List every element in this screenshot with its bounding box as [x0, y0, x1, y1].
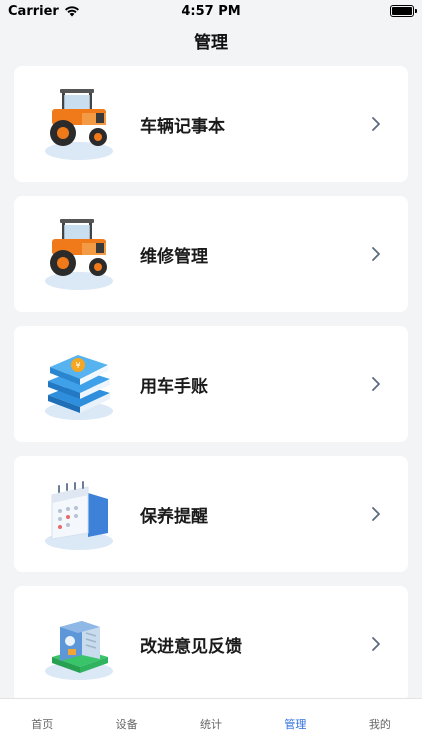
tab-statistics[interactable]: 统计 — [169, 699, 253, 750]
battery-icon — [390, 5, 417, 17]
menu-item-feedback[interactable]: 改进意见反馈 — [14, 586, 408, 702]
tractor-icon — [45, 89, 113, 160]
menu-item-label: 用车手账 — [140, 376, 208, 397]
tractor-icon — [45, 219, 113, 290]
wifi-icon — [64, 6, 79, 17]
chevron-right-icon — [372, 637, 380, 651]
tab-profile[interactable]: 我的 — [338, 699, 422, 750]
feedback-box-icon — [45, 621, 113, 680]
ledger-books-icon: ¥ — [45, 355, 113, 420]
menu-item-maintenance-reminder[interactable]: 保养提醒 — [14, 456, 408, 572]
menu-item-label: 车辆记事本 — [140, 116, 225, 137]
status-bar: Carrier 4:57 PM — [0, 0, 422, 22]
page-title: 管理 — [194, 33, 228, 53]
menu-item-repair-management[interactable]: 维修管理 — [14, 196, 408, 312]
chevron-right-icon — [372, 507, 380, 521]
menu-item-vehicle-notebook[interactable]: 车辆记事本 — [14, 66, 408, 182]
menu-item-usage-ledger[interactable]: ¥ 用车手账 — [14, 326, 408, 442]
chevron-right-icon — [372, 247, 380, 261]
menu-item-label: 改进意见反馈 — [140, 636, 242, 657]
tab-home[interactable]: 首页 — [0, 699, 84, 750]
chevron-right-icon — [372, 117, 380, 131]
status-left: Carrier — [8, 4, 80, 19]
chevron-right-icon — [372, 377, 380, 391]
tab-devices[interactable]: 设备 — [84, 699, 168, 750]
menu-item-label: 维修管理 — [140, 246, 208, 267]
tab-bar: 首页 设备 统计 管理 我的 — [0, 698, 422, 750]
menu-item-label: 保养提醒 — [140, 506, 208, 527]
menu-list: 车辆记事本 维修管理 ¥ 用车手账 保养提醒 改进意见反馈 — [14, 66, 408, 702]
calendar-icon — [45, 481, 113, 550]
svg-text:¥: ¥ — [75, 361, 80, 370]
tab-management[interactable]: 管理 — [253, 699, 337, 750]
carrier-label: Carrier — [8, 3, 59, 19]
